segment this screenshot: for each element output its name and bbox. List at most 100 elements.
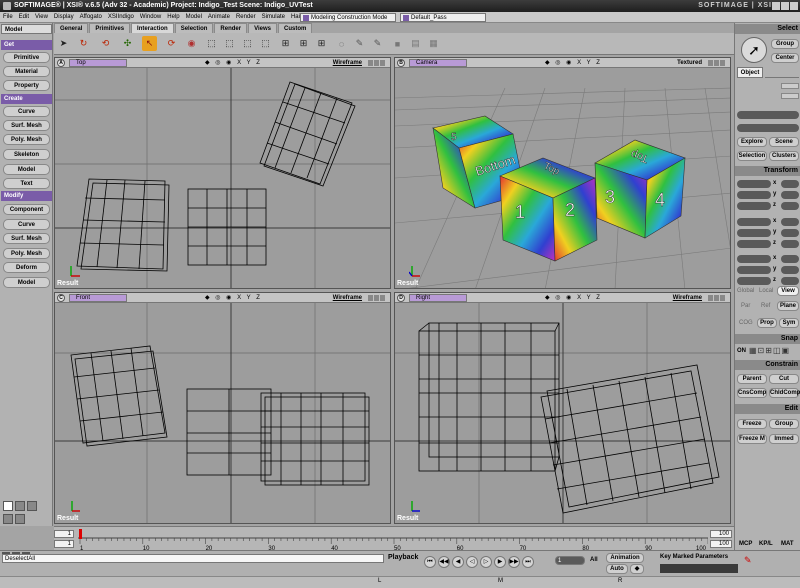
scale-x-slider[interactable] — [781, 180, 799, 188]
menu-model[interactable]: Model — [183, 12, 205, 23]
viewport-top[interactable]: A Top ◆ ◎ ◉ X Y Z Wireframe Result — [54, 57, 391, 289]
cnscomp-button[interactable]: CnsComp — [737, 388, 767, 398]
cut-button[interactable]: Cut — [769, 374, 799, 384]
plane-toggle[interactable]: Plane — [777, 301, 799, 311]
layout-col-icon[interactable] — [15, 514, 25, 524]
menu-display[interactable]: Display — [51, 12, 77, 23]
translate-y-field[interactable] — [737, 266, 771, 274]
modify-deform-button[interactable]: Deform — [3, 262, 50, 273]
maximize-icon[interactable] — [781, 2, 789, 10]
keyframe-icon[interactable]: ✎ — [744, 555, 754, 565]
explore-button[interactable]: Explore — [737, 137, 767, 147]
menu-simulate[interactable]: Simulate — [259, 12, 288, 23]
par-toggle[interactable]: Par — [741, 303, 750, 309]
menu-affogato[interactable]: Affogato — [77, 12, 105, 23]
next-key-icon[interactable]: ▶▶ — [508, 556, 520, 568]
marked-param-field[interactable] — [660, 564, 738, 573]
close-icon[interactable] — [790, 2, 798, 10]
select-arrow-icon[interactable]: ➚ — [741, 37, 767, 63]
translate-y-slider[interactable] — [781, 266, 799, 274]
scale-y-slider[interactable] — [781, 191, 799, 199]
box-icon[interactable]: ▤ — [408, 36, 423, 51]
create-curve-button[interactable]: Curve — [3, 106, 50, 117]
freeze-button[interactable]: Freeze — [737, 419, 767, 429]
menu-render[interactable]: Render — [233, 12, 259, 23]
scale-z-field[interactable] — [737, 202, 771, 210]
pointer-icon[interactable]: ➤ — [56, 36, 71, 51]
global-toggle[interactable]: Global — [737, 288, 754, 294]
rotate-z-slider[interactable] — [781, 240, 799, 248]
tab-mat[interactable]: MAT — [781, 541, 794, 547]
play-icon[interactable]: ▷ — [480, 556, 492, 568]
filter-slot[interactable] — [781, 83, 799, 89]
selection-filter[interactable] — [765, 67, 799, 78]
modify-component-button[interactable]: Component — [3, 204, 50, 215]
modify-curve-button[interactable]: Curve — [3, 219, 50, 230]
menu-animate[interactable]: Animate — [205, 12, 233, 23]
scene-button[interactable]: Scene — [769, 137, 799, 147]
raycast-select-icon[interactable]: ⊞ — [278, 36, 293, 51]
box-icon[interactable]: ■ — [390, 36, 405, 51]
timeline-end-field[interactable]: 100 — [710, 530, 732, 538]
immed-button[interactable]: Immed — [769, 434, 799, 444]
viewport-right[interactable]: D Right ◆ ◎ ◉ X Y Z Wireframe Result — [394, 292, 731, 524]
prev-frame-icon[interactable]: ◀ — [452, 556, 464, 568]
menu-xsiindigo[interactable]: XSIIndigo — [105, 12, 137, 23]
menu-window[interactable]: Window — [137, 12, 164, 23]
animation-button[interactable]: Animation — [606, 553, 644, 563]
timeline-start-field[interactable]: 1 — [54, 530, 74, 538]
menu-view[interactable]: View — [32, 12, 51, 23]
first-frame-icon[interactable]: ⏮ — [424, 556, 436, 568]
key-marked-parameters[interactable]: Key Marked Parameters — [660, 553, 738, 562]
snap-icons[interactable]: ▦⊡⊞◫▣ — [749, 346, 799, 356]
raycast-select-icon[interactable]: ⊞ — [314, 36, 329, 51]
rotate-icon[interactable]: ⟲ — [98, 36, 113, 51]
scale-x-field[interactable] — [737, 180, 771, 188]
create-surf-mesh-button[interactable]: Surf. Mesh — [3, 120, 50, 131]
rotate-y-field[interactable] — [737, 229, 771, 237]
prop-button[interactable]: Prop — [757, 318, 777, 328]
layout-row-icon[interactable] — [3, 514, 13, 524]
center-button[interactable]: Center — [771, 53, 799, 63]
box-icon[interactable]: ▦ — [426, 36, 441, 51]
sym-button[interactable]: Sym — [779, 318, 799, 328]
rectangle-select-icon[interactable]: ⬚ — [240, 36, 255, 51]
frame-field[interactable]: 1 — [555, 556, 585, 565]
modify-surf-mesh-button[interactable]: Surf. Mesh — [3, 233, 50, 244]
raycast-select-icon[interactable]: ⊞ — [296, 36, 311, 51]
selection-field[interactable]: DeselectAll — [2, 554, 384, 563]
next-frame-icon[interactable]: ▶ — [494, 556, 506, 568]
menu-edit[interactable]: Edit — [16, 12, 32, 23]
all-toggle[interactable]: All — [590, 557, 598, 563]
last-frame-icon[interactable]: ⏭ — [522, 556, 534, 568]
translate-z-field[interactable] — [737, 277, 771, 285]
brush-icon[interactable]: ✎ — [370, 36, 385, 51]
menu-file[interactable]: File — [0, 12, 16, 23]
timeline-start-frame-field[interactable]: 1 — [54, 540, 74, 548]
layout-quad-icon[interactable] — [15, 501, 25, 511]
rectangle-select-icon[interactable]: ⬚ — [204, 36, 219, 51]
selection-button[interactable]: Selection — [737, 151, 767, 161]
scale-z-slider[interactable] — [781, 202, 799, 210]
modify-model-button[interactable]: Model — [3, 277, 50, 288]
filter-slot[interactable] — [781, 93, 799, 99]
selection-name-field[interactable] — [737, 111, 799, 119]
layout-single-icon[interactable] — [3, 501, 13, 511]
minimize-icon[interactable] — [772, 2, 780, 10]
get-property-button[interactable]: Property — [3, 80, 50, 91]
local-toggle[interactable]: Local — [759, 288, 773, 294]
rotate-icon[interactable]: ↻ — [76, 36, 91, 51]
render-icon[interactable]: ◉ — [184, 36, 199, 51]
rotate-z-field[interactable] — [737, 240, 771, 248]
parent-button[interactable]: Parent — [737, 374, 767, 384]
auto-key-button[interactable]: Auto — [606, 564, 628, 574]
scale-icon[interactable]: ✣ — [120, 36, 135, 51]
modify-poly-mesh-button[interactable]: Poly. Mesh — [3, 248, 50, 259]
snap-on-toggle[interactable]: ON — [737, 348, 746, 354]
edit-group-button[interactable]: Group — [769, 419, 799, 429]
rotate-y-slider[interactable] — [781, 229, 799, 237]
translate-z-slider[interactable] — [781, 277, 799, 285]
ref-toggle[interactable]: Ref — [761, 303, 770, 309]
viewport-camera[interactable]: B Camera ◆ ◎ ◉ X Y Z Textured Bottom Top… — [394, 57, 731, 289]
timeline-ruler[interactable]: 1 10 20 30 40 50 60 70 80 90 100 — [78, 528, 708, 550]
